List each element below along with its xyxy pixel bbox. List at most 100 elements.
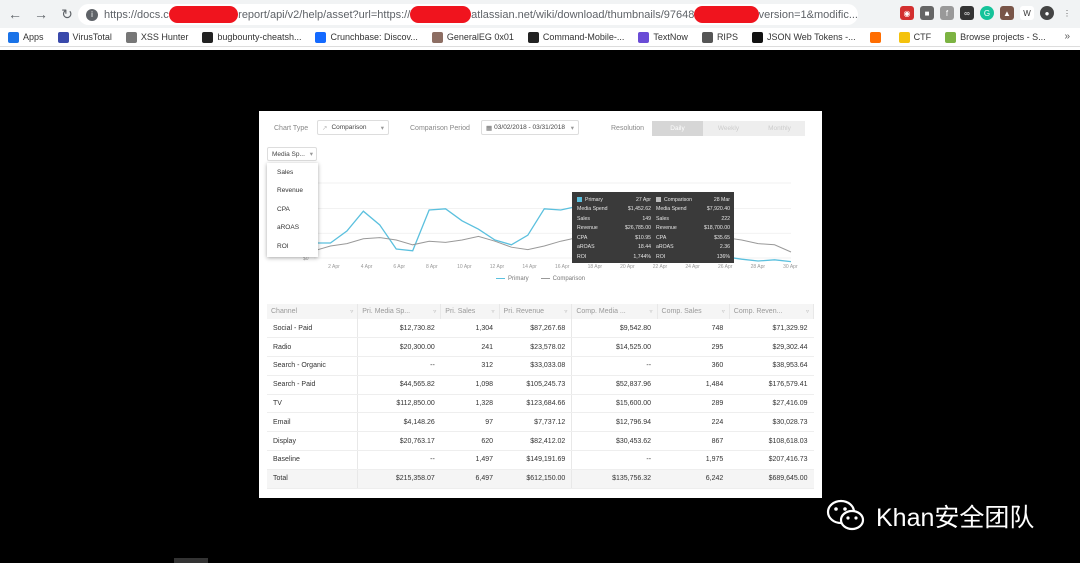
table-row[interactable]: Social - Paid $12,730.82 1,304 $87,267.68 $9… xyxy=(267,319,814,339)
metric-option-aroas[interactable]: aROAS xyxy=(267,219,318,238)
bookmarks-overflow-icon[interactable]: » xyxy=(1064,31,1070,42)
x-tick-label: 2 Apr xyxy=(328,264,340,270)
legend-item-comparison[interactable]: Comparison xyxy=(540,276,585,282)
value-cell: $30,028.73 xyxy=(729,412,814,433)
bookmark-item[interactable]: RIPS xyxy=(701,31,738,43)
x-tick-label: 30 Apr xyxy=(783,264,798,270)
bookmark-label: VirusTotal xyxy=(72,32,112,42)
chevron-down-icon: ▾ xyxy=(380,124,384,132)
resolution-daily-button[interactable]: Daily xyxy=(652,121,703,136)
filter-icon[interactable]: ▿ xyxy=(350,308,353,315)
bookmark-item[interactable]: Apps xyxy=(8,31,44,43)
filter-icon[interactable]: ▿ xyxy=(806,308,809,315)
bookmark-item[interactable]: GeneralEG 0x01 xyxy=(431,31,514,43)
bookmark-item[interactable]: CTF xyxy=(898,31,932,43)
table-row[interactable]: TV $112,850.00 1,328 $123,684.66 $15,600.00 2… xyxy=(267,394,814,414)
github-icon xyxy=(202,31,214,43)
value-cell: $12,730.82 xyxy=(357,319,441,339)
filter-icon[interactable]: ▿ xyxy=(564,308,567,315)
glasses-icon[interactable]: ∞ xyxy=(960,6,974,20)
reload-icon[interactable]: ↻ xyxy=(56,3,78,25)
filter-icon[interactable]: ▿ xyxy=(722,308,725,315)
menu-dots-icon[interactable]: ⋮ xyxy=(1060,6,1074,20)
metric-option-cpa[interactable]: CPA xyxy=(267,200,318,219)
chevron-down-icon: ▾ xyxy=(570,124,574,132)
extension-icon[interactable]: ▲ xyxy=(1000,6,1014,20)
extension-icon[interactable]: f xyxy=(940,6,954,20)
value-cell: $20,763.17 xyxy=(357,431,441,452)
address-bar[interactable]: i https://docs.c report/api/v2/help/asse… xyxy=(78,4,858,25)
column-header[interactable]: Comp. Media ... ▿ xyxy=(571,304,658,319)
bookmark-item[interactable]: Crunchbase: Discov... xyxy=(315,31,418,43)
tooltip-comparison-column: Comparison 28 Mar Media Spend $7,920.40 Sale… xyxy=(656,195,730,262)
forward-icon[interactable]: → xyxy=(30,3,52,25)
column-header[interactable]: Pri. Revenue ▿ xyxy=(499,304,573,319)
apps-grid-icon xyxy=(8,31,19,43)
table-row[interactable]: Display $20,763.17 620 $82,412.02 $30,453.62… xyxy=(267,431,814,452)
column-header[interactable]: Pri. Media Sp... ▿ xyxy=(357,304,442,319)
column-header[interactable]: Comp. Reven... ▿ xyxy=(729,304,815,319)
value-cell: -- xyxy=(357,450,441,470)
filter-icon[interactable]: ▿ xyxy=(433,308,436,315)
metric-option-revenue[interactable]: Revenue xyxy=(267,182,318,201)
table-row[interactable]: Baseline -- 1,497 $149,191.69 -- 1,975 $207,41… xyxy=(267,450,814,470)
chart-legend: Primary Comparison xyxy=(259,276,822,282)
redaction-mark xyxy=(410,6,472,23)
chart-type-select[interactable]: ↗ Comparison ▾ xyxy=(317,120,389,135)
bookmark-label: CTF xyxy=(913,32,932,42)
channel-cell: Display xyxy=(267,431,359,452)
value-cell: $82,412.02 xyxy=(499,431,573,452)
comparison-period-select[interactable]: ▦ 03/02/2018 - 03/31/2018 ▾ xyxy=(481,120,579,135)
camera-icon[interactable]: ■ xyxy=(920,6,934,20)
tooltip-row: Media Spend $1,452.62 xyxy=(577,206,651,213)
grammarly-icon[interactable]: G xyxy=(980,6,994,20)
metric-select[interactable]: Media Sp... ▾ xyxy=(267,147,317,161)
column-header[interactable]: Channel ▿ xyxy=(267,304,359,319)
channel-cell: Baseline xyxy=(267,450,359,470)
site-info-icon[interactable]: i xyxy=(86,8,98,21)
bookmark-item[interactable]: XSS Hunter xyxy=(125,31,188,43)
bookmark-item[interactable]: JSON Web Tokens -... xyxy=(751,31,856,43)
metric-option-roi[interactable]: ROI xyxy=(267,237,318,256)
channel-cell: Search - Organic xyxy=(267,356,359,376)
extension-icon[interactable]: ◉ xyxy=(900,6,914,20)
crunchbase-icon xyxy=(315,31,327,43)
bookmarks-bar: Apps VirusTotal XSS Hunter bugbounty-cheats… xyxy=(0,28,1080,47)
bookmark-item[interactable]: bugbounty-cheatsh... xyxy=(202,31,301,43)
github-icon xyxy=(527,31,539,43)
x-tick-label: 6 Apr xyxy=(393,264,405,270)
url-part: version=1&modific... xyxy=(758,8,858,21)
table-row[interactable]: Email $4,148.26 97 $7,737.12 $12,796.94 224 $3… xyxy=(267,412,814,433)
value-cell: -- xyxy=(571,356,658,376)
value-cell: $23,578.02 xyxy=(499,337,573,358)
bookmark-item[interactable] xyxy=(869,31,885,43)
table-row[interactable]: Search - Paid $44,565.82 1,098 $105,245.73 $… xyxy=(267,375,814,395)
line-chart: $02 Apr 4 Apr 6 Apr 8 Apr 10 Apr 12 Apr 14 Apr… xyxy=(303,182,798,270)
filter-icon[interactable]: ▿ xyxy=(492,308,495,315)
column-header[interactable]: Pri. Sales ▿ xyxy=(440,304,500,319)
bookmark-item[interactable]: TextNow xyxy=(638,31,688,43)
table-row[interactable]: Radio $20,300.00 241 $23,578.02 $14,525.00 29… xyxy=(267,337,814,358)
column-header[interactable]: Comp. Sales ▿ xyxy=(657,304,730,319)
chart-tooltip: Primary 27 Apr Media Spend $1,452.62 Sales 14… xyxy=(572,192,734,263)
legend-item-primary[interactable]: Primary xyxy=(495,276,529,282)
bookmark-label: Crunchbase: Discov... xyxy=(330,32,418,42)
bookmark-item[interactable]: Command-Mobile-... xyxy=(527,31,624,43)
comparison-period-value: 03/02/2018 - 03/31/2018 xyxy=(494,124,565,131)
metric-option-sales[interactable]: Sales xyxy=(267,163,318,182)
wappalyzer-icon[interactable]: W xyxy=(1020,6,1034,20)
table-row[interactable]: Search - Organic -- 312 $33,033.08 -- 360 $38,… xyxy=(267,356,814,376)
back-icon[interactable]: ← xyxy=(4,3,26,25)
value-cell: $7,737.12 xyxy=(499,412,573,433)
bookmark-item[interactable]: VirusTotal xyxy=(57,31,112,43)
table-row[interactable]: Total $215,358.07 6,497 $612,150.00 $135,756… xyxy=(267,469,814,489)
profile-avatar-icon[interactable]: ● xyxy=(1040,6,1054,20)
dashboard-panel: Chart Type ↗ Comparison ▾ Comparison Per… xyxy=(259,111,822,498)
chart-type-value: Comparison xyxy=(331,124,367,131)
x-tick-label: 4 Apr xyxy=(361,264,373,270)
bookmark-item[interactable]: Browse projects - S... xyxy=(945,31,1046,43)
resolution-weekly-button[interactable]: Weekly xyxy=(703,121,754,136)
filter-icon[interactable]: ▿ xyxy=(650,308,653,315)
resolution-monthly-button[interactable]: Monthly xyxy=(754,121,805,136)
line-chart-icon: ↗ xyxy=(322,124,328,132)
